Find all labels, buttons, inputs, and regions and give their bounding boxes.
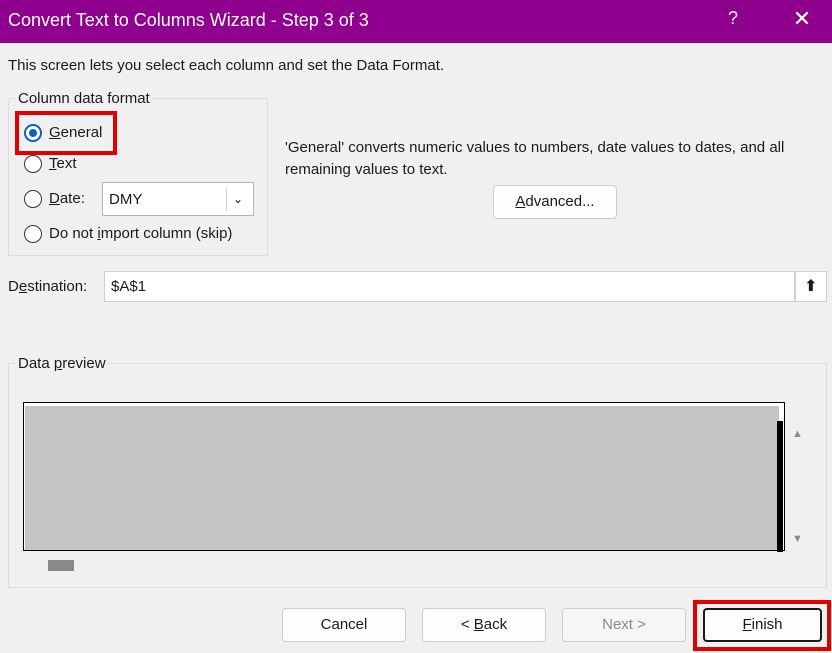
- intro-text: This screen lets you select each column …: [8, 57, 445, 74]
- title-bar: Convert Text to Columns Wizard - Step 3 …: [0, 0, 832, 43]
- advanced-button[interactable]: Advanced...: [493, 185, 617, 219]
- destination-input[interactable]: $A$1: [104, 271, 795, 302]
- date-label[interactable]: Date:: [49, 190, 85, 207]
- data-preview-pane[interactable]: [23, 402, 785, 551]
- cancel-button[interactable]: Cancel: [282, 608, 406, 642]
- text-radio[interactable]: [24, 155, 42, 173]
- format-description-line2: remaining values to text.: [285, 161, 448, 178]
- scroll-up-icon[interactable]: ▲: [792, 428, 803, 440]
- date-format-value: DMY: [109, 191, 143, 208]
- skip-label[interactable]: Do not import column (skip): [49, 225, 232, 242]
- destination-label: Destination:: [8, 278, 88, 295]
- back-button[interactable]: < Back: [422, 608, 546, 642]
- horizontal-scroll-thumb[interactable]: [48, 560, 74, 571]
- collapse-dialog-button[interactable]: ⬆: [795, 271, 827, 302]
- close-button[interactable]: ✕: [790, 6, 814, 34]
- upload-arrow-icon: ⬆: [804, 278, 818, 295]
- general-highlight: [15, 111, 117, 155]
- text-label[interactable]: Text: [49, 155, 77, 172]
- date-radio[interactable]: [24, 190, 42, 208]
- scroll-down-icon[interactable]: ▼: [792, 533, 803, 545]
- data-preview-legend: Data preview: [16, 355, 108, 372]
- column-format-legend: Column data format: [16, 90, 152, 107]
- format-description-line1: 'General' converts numeric values to num…: [285, 139, 785, 156]
- finish-highlight: [693, 600, 831, 651]
- date-format-select[interactable]: DMY ⌄: [102, 182, 254, 216]
- chevron-down-icon[interactable]: ⌄: [226, 187, 249, 211]
- window-title: Convert Text to Columns Wizard - Step 3 …: [8, 10, 369, 30]
- preview-column[interactable]: [25, 406, 779, 550]
- preview-column-border: [777, 421, 783, 552]
- skip-radio[interactable]: [24, 225, 42, 243]
- next-button[interactable]: Next >: [562, 608, 686, 642]
- help-button[interactable]: ?: [722, 8, 744, 34]
